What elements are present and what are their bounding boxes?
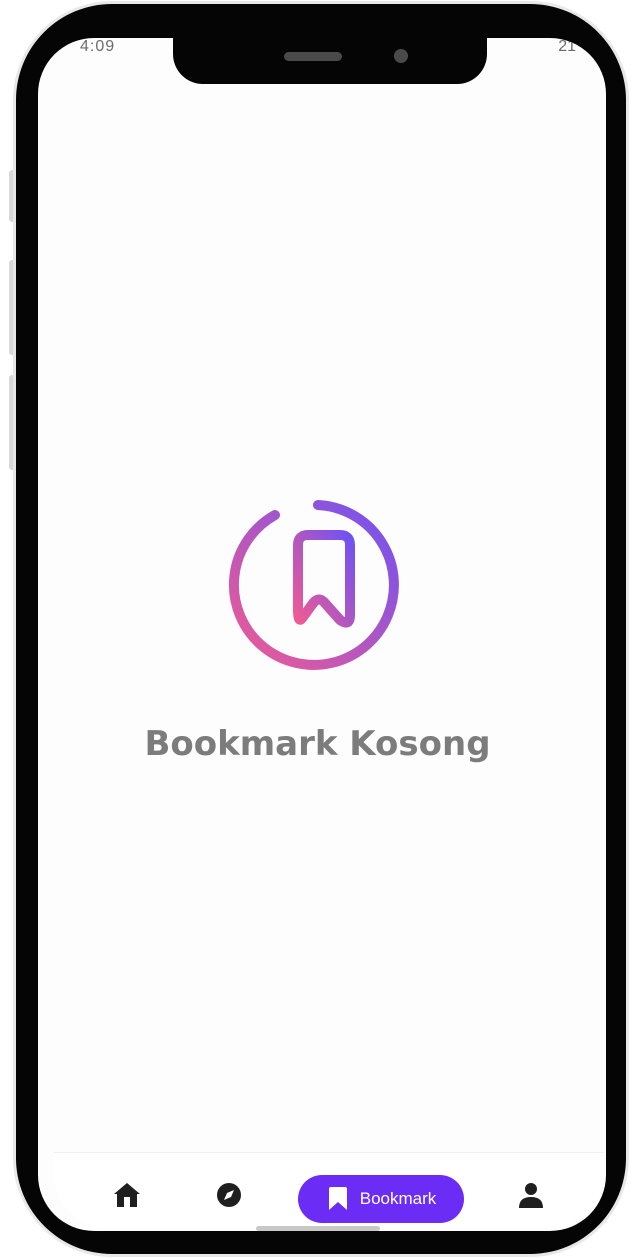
- nav-bookmark[interactable]: Bookmark: [298, 1175, 464, 1223]
- empty-message: Bookmark Kosong: [144, 724, 491, 764]
- status-time: 4:09: [80, 38, 116, 55]
- status-indicators: 21: [558, 38, 576, 55]
- empty-state: Bookmark Kosong: [0, 490, 635, 764]
- nav-explore[interactable]: [212, 1178, 246, 1212]
- nav-profile[interactable]: [514, 1178, 548, 1212]
- bookmark-icon: [328, 1187, 347, 1210]
- nav-bookmark-label: Bookmark: [359, 1189, 437, 1208]
- compass-icon: [217, 1183, 241, 1207]
- home-icon: [114, 1183, 140, 1207]
- app-frame: 4:09 21 Bookmark Kosong Bookmark: [0, 0, 635, 1259]
- bookmark-circle-icon: [228, 500, 399, 670]
- phone-notch: [173, 36, 487, 84]
- home-indicator[interactable]: [256, 1226, 380, 1231]
- bottom-navigation: Bookmark: [54, 1152, 604, 1229]
- speaker-grille: [284, 52, 342, 61]
- nav-home[interactable]: [110, 1178, 144, 1212]
- camera-dot: [394, 49, 408, 63]
- user-icon: [519, 1183, 543, 1208]
